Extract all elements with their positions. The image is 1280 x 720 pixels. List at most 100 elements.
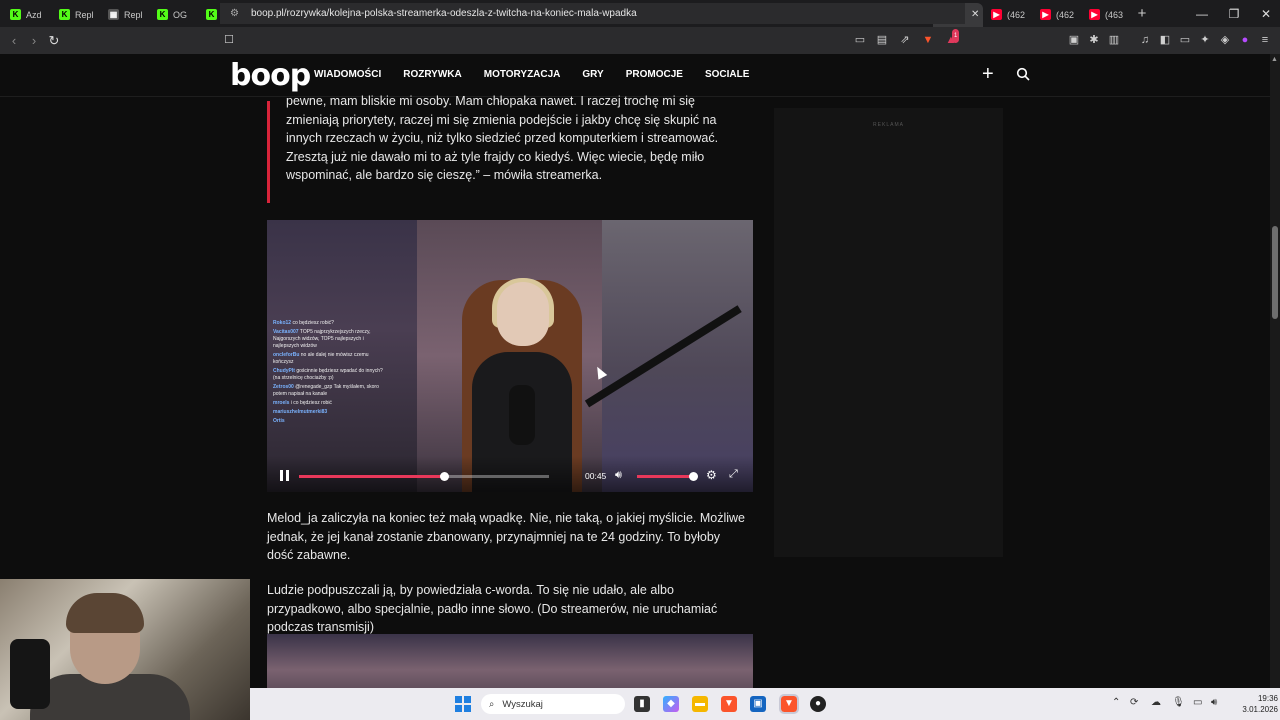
scroll-up-icon[interactable]: ▲ <box>1271 56 1278 63</box>
site-info-icon[interactable]: ⚙ <box>230 8 239 19</box>
nav-promocje[interactable]: PROMOCJE <box>626 69 683 80</box>
clock-date: 3.01.2026 <box>1242 705 1278 714</box>
video-controls: 00:45 🔊︎ ⚙ ⤢ <box>267 456 753 492</box>
tray-volume-icon[interactable]: 🔊︎ <box>1211 697 1217 708</box>
video-microphone <box>509 385 535 445</box>
search-icon: ⌕ <box>489 698 495 710</box>
browser-tab[interactable]: K OG <box>149 3 198 27</box>
reload-icon[interactable]: ↻ <box>44 33 64 49</box>
tray-sync-icon[interactable]: ⟳ <box>1130 697 1138 708</box>
browser-tab-label: (462 <box>1007 9 1026 20</box>
chat-username: Ortis <box>273 418 285 424</box>
site-logo[interactable]: boop <box>230 58 311 93</box>
browser-tab-label: Repl <box>75 9 94 20</box>
close-tab-icon[interactable]: ✕ <box>971 9 979 20</box>
fullscreen-icon[interactable]: ⤢ <box>729 468 738 481</box>
file-explorer-icon[interactable]: ▬ <box>692 696 708 712</box>
seek-handle[interactable] <box>440 472 449 481</box>
scrollbar-thumb[interactable] <box>1272 226 1278 319</box>
minimize-icon[interactable]: — <box>1186 0 1218 27</box>
new-tab-icon[interactable]: + <box>1130 5 1154 22</box>
kick-icon: K <box>157 9 168 20</box>
ad-sidebar: REKLAMA <box>774 108 1003 557</box>
tray-mic-icon[interactable]: 🎙︎ <box>1172 697 1185 708</box>
nav-rozrywka[interactable]: ROZRYWKA <box>403 69 462 80</box>
windows-taskbar: ⌕ Wyszukaj ▮ ◆ ▬ ▼ ▣ ▼ ● ⌃ ⟳ ☁ 🎙︎ ▭ 🔊︎ 1… <box>250 688 1280 720</box>
restore-icon[interactable]: ❐ <box>1218 0 1250 27</box>
browser-tab-label: Azd <box>26 9 42 20</box>
bookmark-icon[interactable]: ☐ <box>222 33 236 47</box>
browser-tab-label: OG <box>173 9 188 20</box>
chat-message: oncleforBu no ale dalej nie mówisz czemu… <box>273 352 383 366</box>
second-video[interactable] <box>267 634 753 688</box>
close-window-icon[interactable]: ✕ <box>1250 0 1280 27</box>
brave-shields-icon[interactable]: ▼ <box>921 33 935 47</box>
youtube-icon: ▶ <box>1089 9 1100 20</box>
reader-icon[interactable]: ▤ <box>875 33 889 47</box>
rewards-badge: 1 <box>952 29 960 43</box>
extension-2-icon[interactable]: ▥ <box>1107 33 1121 47</box>
tray-cloud-icon[interactable]: ☁ <box>1151 697 1161 708</box>
plus-icon[interactable]: + <box>982 63 994 86</box>
tray-display-icon[interactable]: ▭ <box>1193 697 1202 708</box>
vpn-icon[interactable]: ◈ <box>1218 33 1232 47</box>
menu-icon[interactable]: ≡ <box>1258 33 1272 47</box>
pause-icon[interactable] <box>280 470 289 481</box>
page-scrollbar[interactable]: ▲ <box>1270 54 1280 688</box>
browser-tab[interactable]: ▶ (462 <box>1032 3 1081 27</box>
brave-icon[interactable]: ▼ <box>721 696 737 712</box>
back-icon[interactable]: ‹ <box>4 33 24 48</box>
video-player[interactable]: Roko12 co będziesz robić? Vacitas007 TOP5… <box>267 220 753 492</box>
page-icon: ▦ <box>108 9 119 20</box>
browser-tab[interactable]: ▶ (462 <box>983 3 1032 27</box>
youtube-icon: ▶ <box>1040 9 1051 20</box>
sidebar-icon[interactable]: ◧ <box>1158 33 1172 47</box>
seek-bar[interactable] <box>299 472 549 481</box>
music-icon[interactable]: ♫ <box>1138 33 1152 47</box>
volume-handle[interactable] <box>689 472 698 481</box>
chat-message: mroels i co będziesz robić <box>273 400 383 407</box>
brave-active-icon[interactable]: ▼ <box>779 694 799 714</box>
extension-1-icon[interactable]: ▣ <box>1067 33 1081 47</box>
wallet-icon[interactable]: ▭ <box>1178 33 1192 47</box>
taskbar-search-placeholder: Wyszukaj <box>502 698 543 710</box>
browser-tab[interactable]: K Azd <box>2 3 51 27</box>
copilot-icon[interactable]: ◆ <box>663 696 679 712</box>
clock-time: 19:36 <box>1257 694 1278 703</box>
share-icon[interactable]: ⇗ <box>898 33 912 47</box>
extensions-icon[interactable]: ✱ <box>1087 33 1101 47</box>
chat-username: Vacitas007 <box>273 329 299 335</box>
chat-username: Zetros00 <box>273 384 294 390</box>
browser-tab[interactable]: ▶ (463 <box>1081 3 1130 27</box>
nav-sociale[interactable]: SOCIALE <box>705 69 749 80</box>
volume-icon[interactable]: 🔊︎ <box>615 469 622 482</box>
tray-chevron-icon[interactable]: ⌃ <box>1112 697 1120 708</box>
nav-wiadomosci[interactable]: WIADOMOŚCI <box>314 69 381 80</box>
quote-bar <box>267 101 270 203</box>
browser-tab-label: Repl <box>124 9 143 20</box>
profile-icon[interactable]: ● <box>1238 33 1252 47</box>
obs-icon[interactable]: ● <box>810 696 826 712</box>
chat-username: ChudyPIt <box>273 368 295 374</box>
volume-slider[interactable] <box>637 472 698 481</box>
taskbar-search[interactable]: ⌕ Wyszukaj <box>481 694 625 714</box>
forward-icon[interactable]: › <box>24 33 44 48</box>
youtube-icon: ▶ <box>991 9 1002 20</box>
nav-gry[interactable]: GRY <box>582 69 603 80</box>
address-bar[interactable]: ⚙ boop.pl/rozrywka/kolejna-polska-stream… <box>220 3 965 24</box>
store-icon[interactable]: ▣ <box>750 696 766 712</box>
windows-start-icon[interactable] <box>455 696 471 712</box>
url-text: boop.pl/rozrywka/kolejna-polska-streamer… <box>250 8 637 19</box>
browser-tab[interactable]: ▦ Repl <box>100 3 149 27</box>
settings-icon[interactable]: ⚙ <box>706 468 717 482</box>
brave-rewards-icon[interactable]: ▲ 1 <box>944 29 960 47</box>
nav-motoryzacja[interactable]: MOTORYZACJA <box>484 69 561 80</box>
leo-icon[interactable]: ✦ <box>1198 33 1212 47</box>
search-icon[interactable] <box>1016 67 1030 81</box>
cast-icon[interactable]: ▭ <box>853 33 867 47</box>
webcam-overlay <box>0 579 250 720</box>
taskbar-clock[interactable]: 19:36 3.01.2026 <box>1230 693 1278 715</box>
task-view-icon[interactable]: ▮ <box>634 696 650 712</box>
video-background-right <box>602 220 753 492</box>
browser-tab[interactable]: K Repl <box>51 3 100 27</box>
